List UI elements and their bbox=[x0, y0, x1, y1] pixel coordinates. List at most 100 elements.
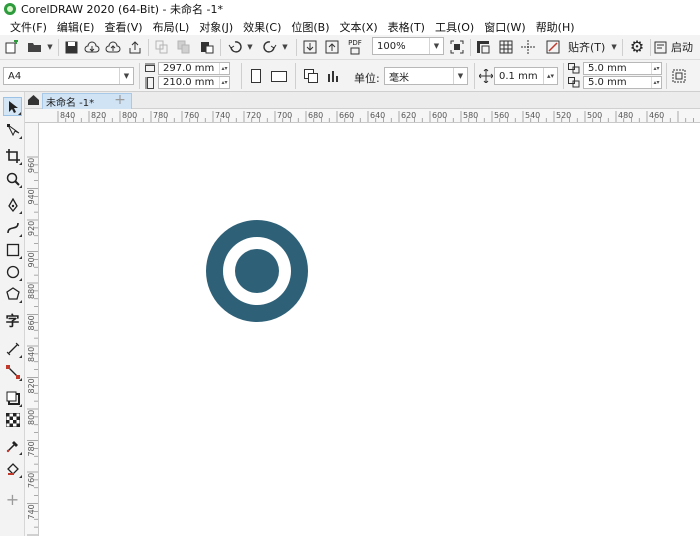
vertical-ruler[interactable]: 960940920900880860840820800780760740720 bbox=[25, 123, 39, 536]
nudge-distance-input[interactable]: 0.1 mm ▴▾ bbox=[494, 67, 558, 85]
menu-bitmaps[interactable]: 位图(B) bbox=[286, 19, 334, 35]
print-button[interactable] bbox=[126, 38, 144, 56]
text-tool[interactable]: 字 bbox=[3, 311, 22, 330]
menu-layout[interactable]: 布局(L) bbox=[148, 19, 195, 35]
new-document-button[interactable] bbox=[3, 38, 21, 56]
current-page-button[interactable] bbox=[325, 67, 343, 85]
chevron-down-icon: ▼ bbox=[47, 43, 53, 51]
spin-arrows-icon[interactable]: ▴▾ bbox=[651, 63, 661, 74]
ellipse-tool[interactable] bbox=[3, 262, 22, 281]
duplicate-y-input[interactable]: 5.0 mm ▴▾ bbox=[583, 76, 662, 89]
pick-tool[interactable] bbox=[3, 97, 22, 116]
menu-tools[interactable]: 工具(O) bbox=[430, 19, 479, 35]
page-height-input[interactable]: 210.0 mm ▴▾ bbox=[158, 76, 230, 89]
page-width-input[interactable]: 297.0 mm ▴▾ bbox=[158, 62, 230, 75]
eyedropper-tool[interactable] bbox=[3, 436, 22, 455]
export-button[interactable] bbox=[323, 38, 341, 56]
horizontal-ruler[interactable]: 840 820 800 780 760 740 720 700 680 660 640 620 600 5… bbox=[25, 109, 700, 123]
ring-center-circle[interactable] bbox=[235, 249, 279, 293]
freehand-tool[interactable] bbox=[3, 195, 22, 214]
flyout-indicator-icon bbox=[19, 475, 22, 478]
snap-to-menu[interactable]: 贴齐(T) ▼ bbox=[568, 38, 618, 56]
unit-select[interactable]: 毫米 ▼ bbox=[384, 67, 468, 85]
menu-effects[interactable]: 效果(C) bbox=[238, 19, 286, 35]
unit-label: 单位: bbox=[354, 72, 380, 85]
drop-shadow-tool[interactable] bbox=[3, 388, 22, 407]
menu-file[interactable]: 文件(F) bbox=[0, 19, 52, 35]
parallel-dimension-tool[interactable] bbox=[3, 339, 22, 358]
open-button[interactable] bbox=[25, 38, 45, 56]
cloud-export-button[interactable] bbox=[104, 38, 122, 56]
interactive-fill-tool[interactable] bbox=[3, 459, 22, 478]
zoom-level-select[interactable]: 100% ▼ bbox=[372, 37, 444, 55]
rectangle-tool[interactable] bbox=[3, 240, 22, 259]
page-size-select[interactable]: A4 ▼ bbox=[3, 67, 134, 85]
redo-icon bbox=[263, 41, 277, 53]
redo-dropdown-button[interactable]: ▼ bbox=[280, 41, 290, 53]
polygon-tool[interactable] bbox=[3, 284, 22, 303]
ruler-label: 480 bbox=[618, 111, 633, 120]
separator bbox=[474, 63, 475, 89]
undo-dropdown-button[interactable]: ▼ bbox=[245, 41, 255, 53]
menu-view[interactable]: 查看(V) bbox=[99, 19, 147, 35]
transparency-tool[interactable] bbox=[3, 410, 22, 429]
ruler-label: 840 bbox=[60, 111, 75, 120]
page-width-value: 297.0 mm bbox=[163, 63, 215, 74]
drop-shadow-icon bbox=[6, 391, 20, 405]
new-tab-button[interactable]: + bbox=[113, 93, 127, 107]
connector-line-icon bbox=[5, 364, 20, 379]
spin-arrows-icon[interactable]: ▴▾ bbox=[651, 77, 661, 88]
welcome-home-tab[interactable] bbox=[27, 94, 41, 108]
menu-edit[interactable]: 编辑(E) bbox=[52, 19, 100, 35]
snap-off-button[interactable] bbox=[544, 38, 562, 56]
folder-open-icon bbox=[28, 43, 41, 52]
ruler-label: 740 bbox=[27, 504, 36, 519]
publish-pdf-button[interactable]: PDF bbox=[345, 38, 365, 56]
crop-tool[interactable] bbox=[3, 146, 22, 165]
window-title: CorelDRAW 2020 (64-Bit) - 未命名 -1* bbox=[21, 3, 223, 16]
cut-button[interactable] bbox=[153, 38, 171, 56]
duplicate-x-input[interactable]: 5.0 mm ▴▾ bbox=[583, 62, 662, 75]
zoom-tool[interactable] bbox=[3, 169, 22, 188]
full-screen-button[interactable] bbox=[448, 38, 466, 56]
show-rulers-button[interactable] bbox=[474, 38, 492, 56]
all-pages-button[interactable] bbox=[301, 67, 321, 85]
redo-button[interactable] bbox=[261, 38, 279, 56]
drawing-canvas[interactable] bbox=[40, 124, 700, 536]
launch-button[interactable]: 启动 bbox=[654, 38, 700, 56]
ruler-label: 580 bbox=[463, 111, 478, 120]
paste-button[interactable] bbox=[198, 38, 216, 56]
save-button[interactable] bbox=[62, 38, 80, 56]
show-guidelines-button[interactable] bbox=[519, 38, 537, 56]
landscape-button[interactable] bbox=[269, 67, 289, 85]
separator bbox=[296, 39, 297, 56]
menu-window[interactable]: 窗口(W) bbox=[479, 19, 530, 35]
flyout-indicator-icon bbox=[19, 378, 22, 381]
undo-button[interactable] bbox=[226, 38, 244, 56]
ruler-label: 680 bbox=[308, 111, 323, 120]
open-dropdown-button[interactable]: ▼ bbox=[45, 41, 55, 53]
portrait-button[interactable] bbox=[248, 67, 264, 85]
duplicate-y-value: 5.0 mm bbox=[588, 77, 627, 88]
show-grid-button[interactable] bbox=[497, 38, 515, 56]
separator bbox=[563, 63, 564, 89]
menu-text[interactable]: 文本(X) bbox=[335, 19, 383, 35]
options-button[interactable]: ⚙ bbox=[628, 38, 646, 56]
menu-object[interactable]: 对象(J) bbox=[194, 19, 238, 35]
menu-help[interactable]: 帮助(H) bbox=[531, 19, 580, 35]
zoom-level-value: 100% bbox=[377, 40, 406, 52]
cloud-import-button[interactable] bbox=[83, 38, 101, 56]
import-button[interactable] bbox=[301, 38, 319, 56]
treat-as-filled-button[interactable] bbox=[670, 67, 688, 85]
add-tool-button[interactable]: + bbox=[3, 490, 22, 509]
menu-table[interactable]: 表格(T) bbox=[383, 19, 430, 35]
connector-tool[interactable] bbox=[3, 362, 22, 381]
artistic-media-tool[interactable] bbox=[3, 218, 22, 237]
copy-button[interactable] bbox=[175, 38, 193, 56]
shape-tool[interactable] bbox=[3, 120, 22, 139]
spin-arrows-icon[interactable]: ▴▾ bbox=[219, 63, 229, 74]
spin-arrows-icon[interactable]: ▴▾ bbox=[219, 77, 229, 88]
title-bar: CorelDRAW 2020 (64-Bit) - 未命名 -1* bbox=[0, 0, 700, 18]
duplicate-x-value: 5.0 mm bbox=[588, 63, 627, 74]
chevron-down-icon: ▼ bbox=[282, 43, 288, 51]
